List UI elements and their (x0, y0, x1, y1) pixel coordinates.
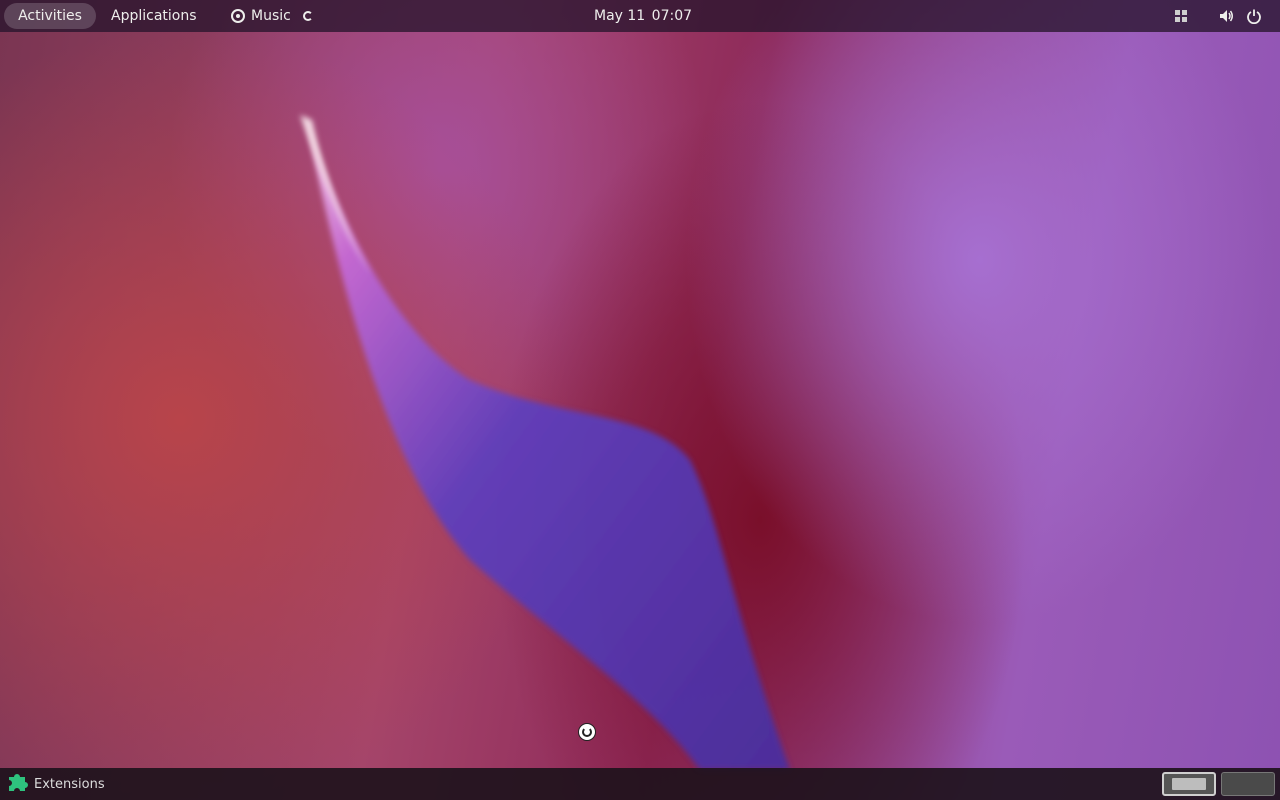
desktop-wallpaper (0, 0, 1280, 800)
applications-menu-button[interactable]: Applications (98, 3, 210, 29)
top-panel: Activities Applications Music May 11 07:… (0, 0, 1280, 32)
extensions-button[interactable]: Extensions (6, 772, 105, 796)
power-icon[interactable] (1246, 8, 1262, 24)
puzzle-piece-icon (6, 771, 28, 797)
workspace-1-thumbnail[interactable] (1162, 772, 1216, 796)
workspace-grid-icon[interactable] (1173, 8, 1189, 24)
volume-icon[interactable] (1218, 8, 1234, 24)
extensions-label: Extensions (34, 776, 105, 792)
mouse-cursor-busy-icon (578, 723, 596, 741)
clock-date: May 11 (594, 8, 646, 24)
music-app-icon (231, 9, 245, 23)
app-menu-button[interactable]: Music (218, 3, 326, 29)
workspace-2-thumbnail[interactable] (1221, 772, 1275, 796)
clock-time: 07:07 (651, 8, 693, 24)
clock-button[interactable]: May 11 07:07 (580, 3, 706, 29)
app-menu-label: Music (251, 8, 291, 24)
bottom-panel: Extensions (0, 768, 1280, 800)
activities-button[interactable]: Activities (4, 3, 96, 29)
loading-spinner-icon (302, 11, 313, 21)
workspace-window-preview (1172, 778, 1206, 790)
